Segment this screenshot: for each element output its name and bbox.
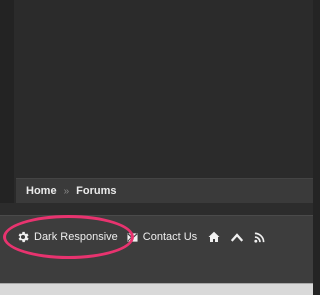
- style-chooser-label: Dark Responsive: [34, 231, 118, 243]
- breadcrumb-home[interactable]: Home: [26, 185, 57, 197]
- footer-bar: [0, 215, 313, 283]
- breadcrumb: Home » Forums: [16, 178, 313, 203]
- rss-icon: [254, 232, 265, 243]
- breadcrumb-spacer: [0, 203, 313, 215]
- forum-page: Home » Forums Dark Responsive Contact Us: [0, 0, 313, 295]
- mail-icon: [127, 232, 138, 243]
- bottom-strip: [0, 283, 313, 295]
- home-link[interactable]: [208, 231, 220, 243]
- left-edge: [0, 0, 14, 215]
- gear-icon: [16, 230, 30, 244]
- contact-us-link[interactable]: Contact Us: [127, 231, 197, 243]
- rss-link[interactable]: [254, 232, 265, 243]
- style-chooser-link[interactable]: Dark Responsive: [16, 230, 118, 244]
- breadcrumb-separator: »: [63, 185, 70, 197]
- footer-links: Dark Responsive Contact Us: [16, 228, 265, 246]
- chevron-up-icon: [231, 232, 244, 242]
- contact-us-label: Contact Us: [142, 231, 198, 243]
- content-area: [14, 0, 313, 178]
- breadcrumb-forums[interactable]: Forums: [76, 185, 116, 197]
- home-icon: [208, 231, 220, 243]
- back-to-top-link[interactable]: [231, 232, 244, 242]
